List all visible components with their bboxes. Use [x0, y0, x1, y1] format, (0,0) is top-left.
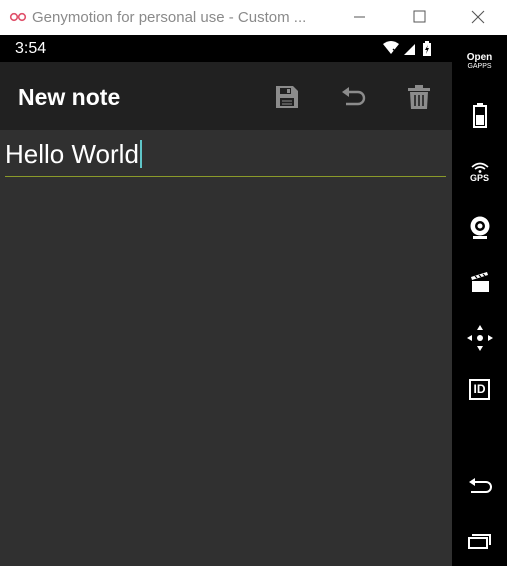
open-gapps-icon: Open GAPPS	[452, 52, 507, 71]
battery-button[interactable]	[452, 102, 507, 128]
recent-apps-icon	[467, 534, 491, 549]
close-icon	[471, 10, 485, 24]
signal-icon	[404, 44, 415, 55]
page-title: New note	[18, 84, 121, 110]
undo-icon	[342, 87, 366, 106]
wifi-icon	[383, 41, 399, 54]
gps-icon: GPS	[452, 161, 507, 183]
back-icon	[468, 478, 492, 493]
app-bar: New note	[0, 62, 452, 130]
gps-signal-icon	[470, 162, 489, 173]
webcam-button[interactable]	[452, 215, 507, 241]
note-editor[interactable]: Hello World	[0, 130, 452, 566]
window-title: Genymotion for personal use - Custom ...	[32, 9, 307, 26]
status-clock: 3:54	[15, 40, 47, 57]
recent-apps-button[interactable]	[452, 531, 507, 551]
save-icon	[276, 86, 298, 108]
delete-button[interactable]	[404, 82, 434, 112]
window-title-bar[interactable]: Genymotion for personal use - Custom ...	[0, 0, 507, 35]
battery-icon	[472, 103, 487, 128]
maximize-button[interactable]	[394, 0, 444, 35]
note-text-field[interactable]: Hello World	[5, 139, 142, 170]
back-button[interactable]	[452, 476, 507, 496]
status-icons	[383, 41, 431, 56]
device-id-button[interactable]: ID	[452, 379, 507, 400]
media-button[interactable]	[452, 270, 507, 294]
device-id-label: ID	[473, 382, 486, 396]
note-text: Hello World	[5, 139, 139, 169]
genymotion-logo-icon	[9, 12, 27, 22]
emulator-toolbar: Open GAPPS GPS ID	[452, 35, 507, 566]
device-screen: 3:54 New note Hello World	[0, 35, 452, 566]
open-gapps-label-bottom: GAPPS	[467, 63, 492, 70]
media-icon	[470, 272, 489, 292]
gps-button[interactable]: GPS	[452, 161, 507, 183]
open-gapps-button[interactable]: Open GAPPS	[452, 52, 507, 71]
text-caret	[139, 140, 142, 168]
webcam-icon	[470, 216, 489, 239]
delete-icon	[408, 85, 430, 109]
dpad-icon	[466, 325, 493, 351]
status-bar: 3:54	[0, 35, 452, 62]
minimize-icon	[354, 16, 365, 18]
text-field-underline	[5, 176, 446, 177]
close-button[interactable]	[453, 0, 503, 35]
battery-charging-icon	[423, 41, 431, 56]
minimize-button[interactable]	[334, 0, 384, 35]
save-button[interactable]	[272, 82, 302, 112]
undo-button[interactable]	[338, 82, 368, 112]
gps-label: GPS	[469, 173, 489, 183]
device-id-icon: ID	[469, 379, 490, 400]
open-gapps-label-top: Open	[466, 52, 493, 63]
dpad-button[interactable]	[452, 324, 507, 352]
maximize-icon	[413, 10, 426, 23]
